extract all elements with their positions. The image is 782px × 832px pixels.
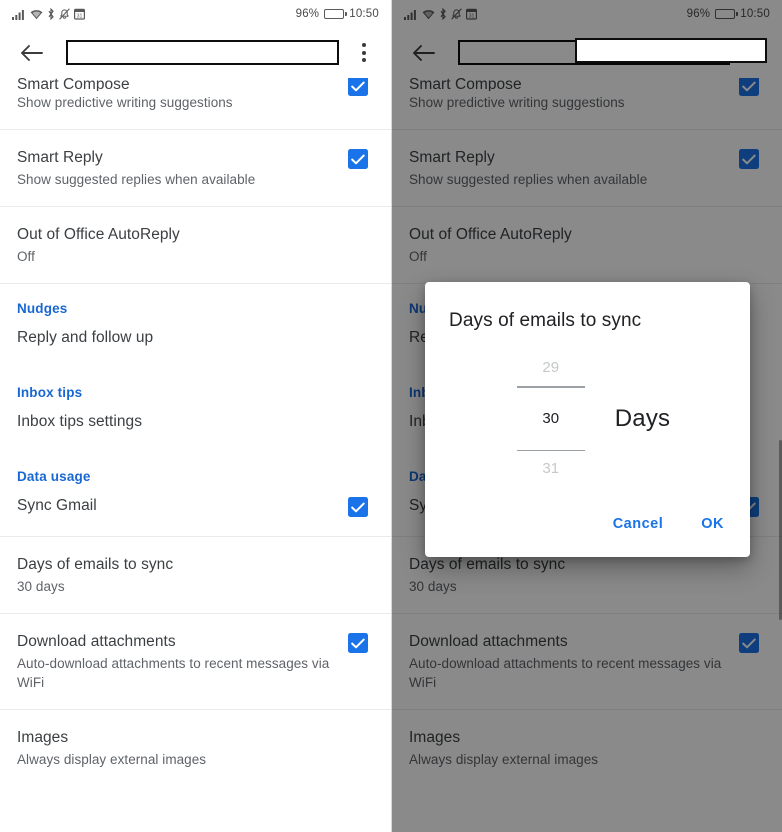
checkbox-smart-reply[interactable] — [348, 149, 368, 169]
bluetooth-icon — [48, 8, 54, 20]
status-bar: 31 96% 10:50 — [0, 0, 391, 27]
checkbox-sync-gmail[interactable] — [348, 497, 368, 517]
battery-icon — [324, 8, 347, 19]
list-item-out-of-office[interactable]: Out of Office AutoReply Off — [0, 207, 391, 283]
cancel-button[interactable]: Cancel — [599, 507, 678, 541]
check-icon — [351, 638, 365, 648]
list-item-title: Inbox tips settings — [17, 413, 143, 430]
wifi-icon — [30, 10, 43, 20]
checkbox-download-attachments[interactable] — [348, 633, 368, 653]
battery-percent-label: 96% — [295, 7, 320, 20]
settings-list: Smart Compose Show predictive writing su… — [0, 74, 391, 786]
notifications-muted-icon — [59, 8, 70, 20]
check-icon — [351, 154, 365, 164]
back-button[interactable] — [14, 36, 48, 70]
ok-button[interactable]: OK — [687, 507, 738, 541]
back-arrow-icon — [20, 44, 43, 61]
overflow-menu-button[interactable] — [349, 36, 379, 70]
overflow-menu-icon — [362, 43, 366, 47]
list-item-smart-reply[interactable]: Smart Reply Show suggested replies when … — [0, 130, 391, 206]
right-panel: 31 96% 10:50 Smart Compose Show predicti… — [391, 0, 782, 832]
picker-unit-label: Days — [614, 404, 671, 432]
list-item-subtitle: Off — [17, 249, 35, 264]
app-bar-title-box[interactable] — [66, 40, 339, 65]
calendar-icon: 31 — [74, 8, 85, 20]
list-item-subtitle: Always display external images — [17, 752, 207, 767]
dialog-actions: Cancel OK — [425, 493, 750, 557]
app-bar — [0, 27, 391, 78]
list-item-title: Smart Reply — [17, 149, 103, 166]
picker-previous-value[interactable]: 29 — [542, 350, 559, 386]
status-bar-right: 96% 10:50 — [296, 8, 379, 20]
left-panel: 31 96% 10:50 Smart Compose Show predicti… — [0, 0, 391, 832]
app-bar-title-box-highlight[interactable] — [575, 38, 767, 63]
number-picker[interactable]: 29 30 31 Days — [425, 333, 750, 493]
list-item-title: Download attachments — [17, 633, 176, 650]
overflow-menu-icon — [362, 58, 366, 62]
list-item-sync-gmail[interactable]: Sync Gmail — [0, 484, 391, 536]
check-icon — [351, 81, 365, 91]
checkbox-smart-compose[interactable] — [348, 76, 368, 96]
list-item-download-attachments[interactable]: Download attachments Auto-download attac… — [0, 614, 391, 709]
section-header-data-usage: Data usage — [17, 469, 91, 484]
list-item-subtitle: Show predictive writing suggestions — [17, 95, 233, 110]
list-item-days-of-emails-to-sync[interactable]: Days of emails to sync 30 days — [0, 537, 391, 613]
screenshot-stage: 31 96% 10:50 Smart Compose Show predicti… — [0, 0, 782, 832]
list-item-smart-compose[interactable]: Smart Compose Show predictive writing su… — [0, 74, 391, 129]
dialog-title: Days of emails to sync — [449, 310, 642, 331]
list-item-subtitle: 30 days — [17, 579, 65, 594]
status-bar-icons: 31 — [12, 7, 85, 20]
picker-next-value[interactable]: 31 — [542, 451, 559, 487]
section-header-inbox-tips: Inbox tips — [17, 385, 83, 400]
svg-text:31: 31 — [77, 13, 83, 19]
list-item-title: Reply and follow up — [17, 329, 154, 346]
list-item-title: Sync Gmail — [17, 497, 97, 514]
signal-bars-icon — [12, 10, 24, 20]
list-item-inbox-tips-settings[interactable]: Inbox tips settings — [0, 400, 391, 452]
list-item-subtitle: Auto-download attachments to recent mess… — [17, 656, 330, 690]
picker-current-value[interactable]: 30 — [542, 388, 559, 450]
list-item-images[interactable]: Images Always display external images — [0, 710, 391, 786]
section-header-nudges: Nudges — [17, 301, 68, 316]
list-item-title: Days of emails to sync — [17, 556, 174, 573]
check-icon — [351, 502, 365, 512]
list-item-subtitle: Show suggested replies when available — [17, 172, 256, 187]
list-item-title: Out of Office AutoReply — [17, 226, 180, 243]
list-item-title: Images — [17, 729, 69, 746]
clock-label: 10:50 — [349, 7, 379, 20]
number-picker-column[interactable]: 29 30 31 — [505, 350, 597, 487]
days-to-sync-dialog: Days of emails to sync 29 30 31 Days Can… — [425, 282, 750, 558]
list-item-reply-and-follow-up[interactable]: Reply and follow up — [0, 316, 391, 368]
overflow-menu-icon — [362, 50, 366, 55]
